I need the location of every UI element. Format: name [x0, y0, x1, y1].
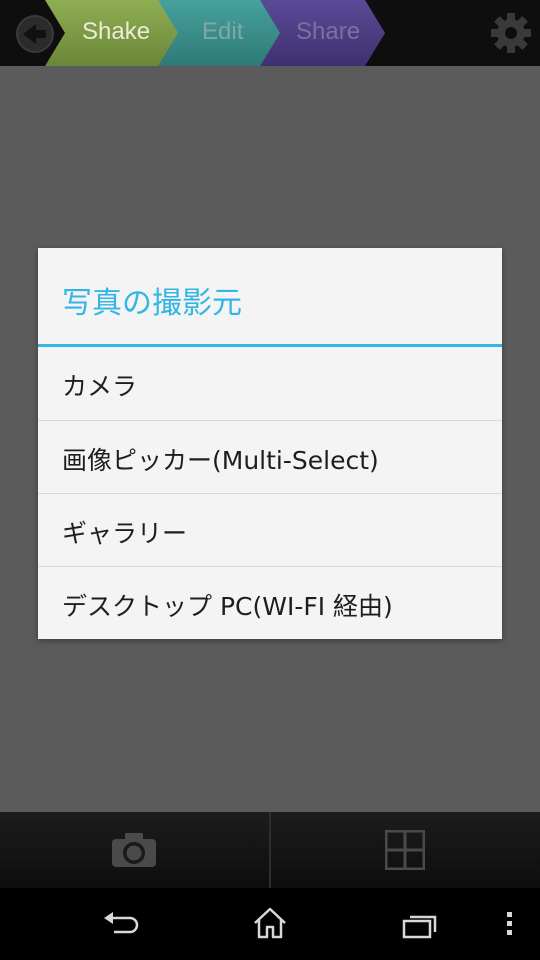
overflow-menu-icon — [507, 912, 512, 935]
screen: Shake Edit Share 写真の撮影元 カメラ 画像ピッカー(Multi… — [0, 0, 540, 960]
top-action-bar: Shake Edit Share — [0, 0, 540, 66]
dialog-item-desktop-pc[interactable]: デスクトップ PC(WI-FI 経由) — [38, 566, 502, 638]
grid-icon — [385, 830, 425, 870]
nav-back-button[interactable] — [90, 888, 150, 960]
back-arrow-circle-icon — [16, 15, 54, 53]
bottom-toolbar — [0, 812, 540, 888]
camera-button[interactable] — [0, 812, 269, 888]
dialog-item-label: カメラ — [62, 372, 138, 401]
dialog-item-label: 画像ピッカー(Multi-Select) — [62, 446, 379, 475]
dialog-item-camera[interactable]: カメラ — [38, 347, 502, 419]
back-button[interactable] — [0, 0, 70, 66]
dialog-item-gallery[interactable]: ギャラリー — [38, 493, 502, 565]
nav-home-button[interactable] — [240, 888, 300, 960]
nav-recent-apps-button[interactable] — [390, 888, 450, 960]
settings-button[interactable] — [488, 10, 534, 56]
grid-layout-button[interactable] — [271, 812, 540, 888]
photo-source-dialog: 写真の撮影元 カメラ 画像ピッカー(Multi-Select) ギャラリー デス… — [38, 248, 502, 639]
home-icon — [254, 907, 286, 939]
dialog-title: 写真の撮影元 — [62, 286, 242, 321]
step-edit-label[interactable]: Edit — [202, 18, 243, 46]
dialog-item-label: デスクトップ PC(WI-FI 経由) — [62, 592, 393, 621]
dialog-item-image-picker[interactable]: 画像ピッカー(Multi-Select) — [38, 420, 502, 492]
step-share-label[interactable]: Share — [296, 18, 360, 46]
back-icon — [104, 912, 139, 934]
recent-apps-icon — [402, 915, 437, 939]
system-navigation-bar — [0, 888, 540, 960]
gear-icon — [491, 13, 531, 53]
camera-icon — [112, 833, 156, 867]
step-shake-label[interactable]: Shake — [82, 18, 150, 46]
nav-overflow-menu-button[interactable] — [490, 888, 530, 960]
dialog-item-label: ギャラリー — [62, 519, 188, 548]
